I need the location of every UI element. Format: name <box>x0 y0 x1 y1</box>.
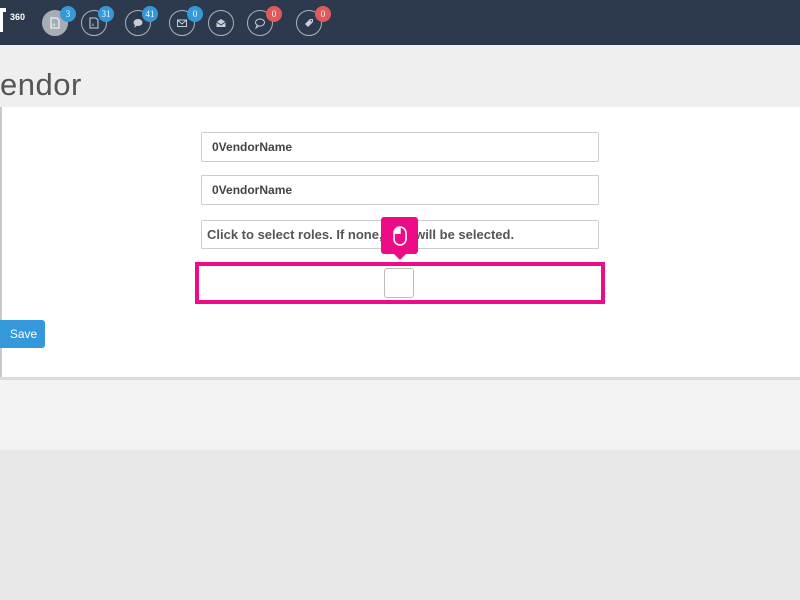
vendor-name-input[interactable]: 0VendorName <box>201 132 599 162</box>
active-checkbox[interactable] <box>384 268 414 298</box>
nav-badge: 0 <box>315 6 331 22</box>
comment-icon <box>255 18 265 29</box>
document-icon: A <box>50 17 60 29</box>
nav-forms-button[interactable]: A 31 <box>81 6 114 36</box>
vendor-display-name-input[interactable]: 0VendorName <box>201 175 599 205</box>
footer-area <box>0 380 800 450</box>
nav-badge: 41 <box>142 6 158 22</box>
top-nav-bar: 360 A 3 A 31 41 0 0 0 <box>0 0 800 45</box>
nav-badge: 31 <box>98 6 114 22</box>
nav-mail-button[interactable]: 0 <box>169 6 203 36</box>
nav-badge: 3 <box>60 6 76 22</box>
page-header <box>0 45 800 107</box>
chat-icon <box>133 19 143 28</box>
svg-text:A: A <box>53 22 56 27</box>
nav-badge: 0 <box>187 6 203 22</box>
logo-number: 360 <box>10 12 26 22</box>
page-title: endor <box>0 67 82 102</box>
mail-icon <box>177 19 187 27</box>
logo-mark-icon <box>0 8 6 32</box>
document-icon: A <box>89 17 99 29</box>
save-button[interactable]: Save <box>0 320 45 348</box>
click-indicator <box>381 217 418 260</box>
nav-inbox-button[interactable] <box>208 10 234 36</box>
nav-documents-button[interactable]: A 3 <box>42 6 76 36</box>
svg-text:A: A <box>92 22 95 27</box>
nav-comments-button[interactable]: 0 <box>247 6 282 36</box>
nav-chat-button[interactable]: 41 <box>125 6 158 36</box>
mouse-icon <box>392 225 407 246</box>
nav-tags-button[interactable]: 0 <box>296 6 331 36</box>
nav-badge: 0 <box>266 6 282 22</box>
mail-open-icon <box>216 19 226 27</box>
tag-icon <box>305 19 313 27</box>
